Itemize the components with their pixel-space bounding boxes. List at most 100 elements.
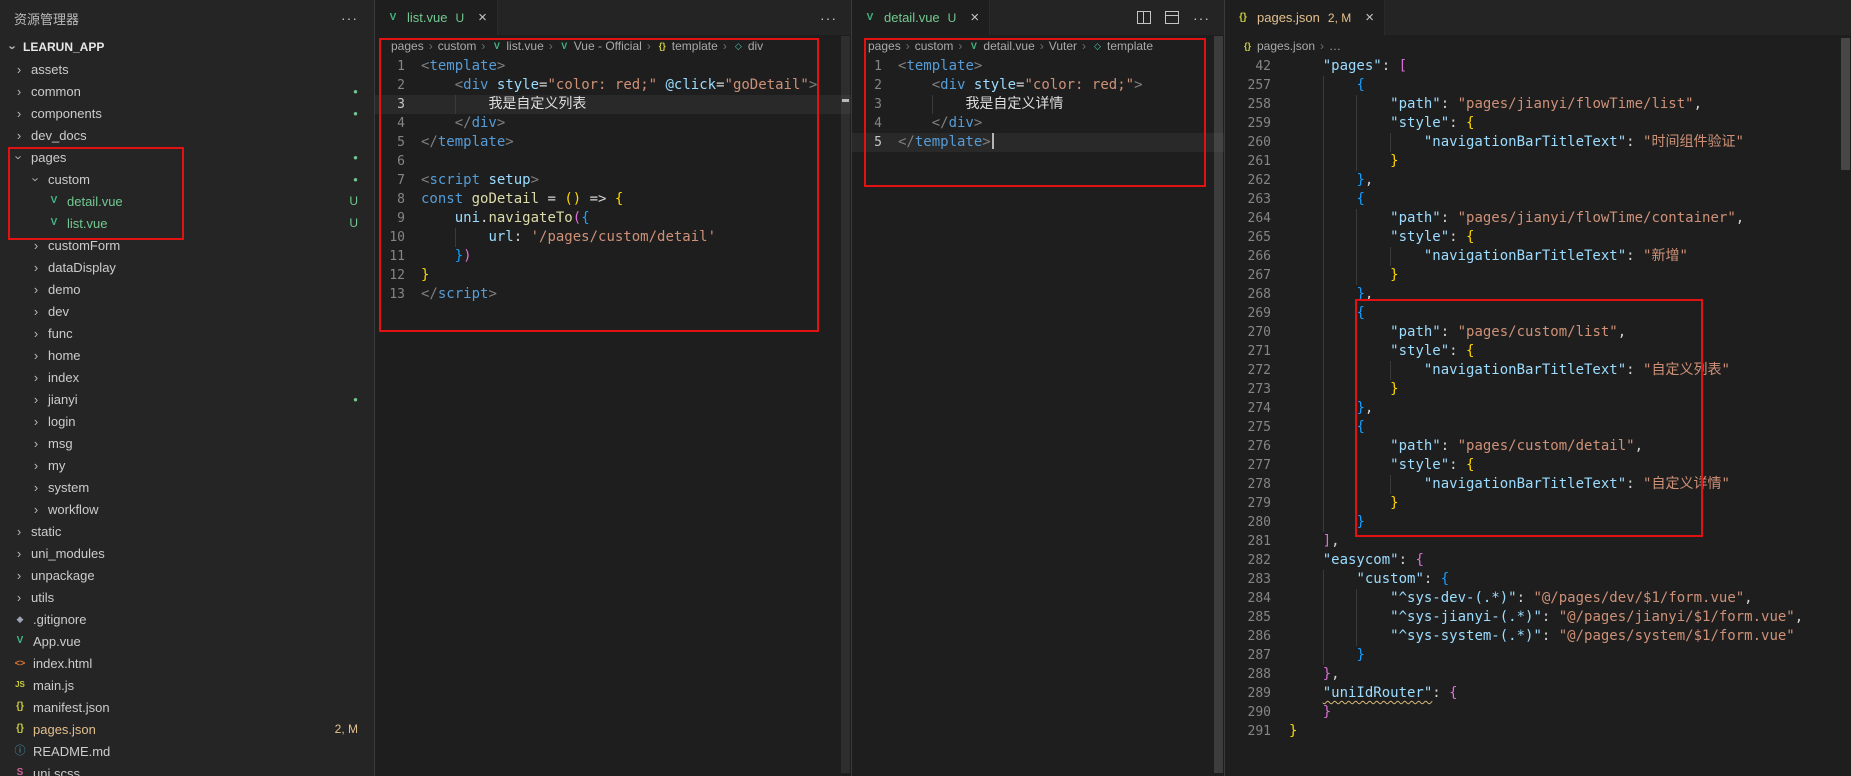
- close-icon[interactable]: ×: [1365, 10, 1374, 25]
- indent-guide: [1390, 133, 1391, 152]
- json-icon: {}: [656, 42, 669, 51]
- code-text: }: [1289, 703, 1851, 722]
- breadcrumb-item[interactable]: {}pages.json: [1241, 39, 1315, 53]
- tree-folder-home[interactable]: ›home: [0, 344, 374, 366]
- breadcrumb-separator-icon: ›: [1320, 39, 1324, 53]
- chevron-down-icon: ›: [7, 40, 20, 54]
- code-line: 262 },: [1225, 171, 1851, 190]
- breadcrumb-item[interactable]: …: [1329, 39, 1341, 53]
- tree-file-main.js[interactable]: JSmain.js: [0, 674, 374, 696]
- tree-item-label: App.vue: [33, 634, 81, 649]
- tree-file-uni.scss[interactable]: Suni.scss: [0, 762, 374, 776]
- tree-folder-uni_modules[interactable]: ›uni_modules: [0, 542, 374, 564]
- tree-folder-pages[interactable]: ›pages●: [0, 146, 374, 168]
- line-number: 1: [852, 57, 898, 76]
- breadcrumb-item[interactable]: ◇template: [1091, 39, 1153, 53]
- tree-file-README.md[interactable]: ⓘREADME.md: [0, 740, 374, 762]
- tree-file-list.vue[interactable]: Vlist.vueU: [0, 212, 374, 234]
- explorer-sidebar: 资源管理器 ··· › LEARUN_APP ›assets›common●›c…: [0, 0, 374, 776]
- tree-folder-workflow[interactable]: ›workflow: [0, 498, 374, 520]
- tree-folder-customForm[interactable]: ›customForm: [0, 234, 374, 256]
- code-line: 287 }: [1225, 646, 1851, 665]
- breadcrumb-item[interactable]: Vuter: [1049, 39, 1077, 53]
- tab-pages.json[interactable]: {}pages.json2, M×: [1225, 0, 1385, 35]
- tree-folder-common[interactable]: ›common●: [0, 80, 374, 102]
- breadcrumb-item[interactable]: pages: [391, 39, 424, 53]
- code-editor-detail-vue[interactable]: 1<template>2 <div style="color: red;">3 …: [852, 57, 1224, 776]
- tree-folder-assets[interactable]: ›assets: [0, 58, 374, 80]
- tab-list.vue[interactable]: Vlist.vueU×: [375, 0, 498, 35]
- tree-folder-msg[interactable]: ›msg: [0, 432, 374, 454]
- code-text: "path": "pages/jianyi/flowTime/list",: [1289, 95, 1851, 114]
- breadcrumb-item[interactable]: pages: [868, 39, 901, 53]
- tree-folder-static[interactable]: ›static: [0, 520, 374, 542]
- scrollbar-thumb[interactable]: [1214, 36, 1223, 773]
- breadcrumb-item[interactable]: VVue - Official: [558, 39, 642, 53]
- breadcrumb-item[interactable]: custom: [915, 39, 954, 53]
- tree-item-label: dev_docs: [31, 128, 87, 143]
- tree-folder-utils[interactable]: ›utils: [0, 586, 374, 608]
- more-actions-icon[interactable]: ···: [820, 11, 837, 25]
- line-number: 287: [1225, 646, 1289, 665]
- scrollbar-thumb[interactable]: [1841, 38, 1850, 170]
- code-text: <div style="color: red;" @click="goDetai…: [421, 76, 851, 95]
- tree-file-index.html[interactable]: <>index.html: [0, 652, 374, 674]
- tree-file-App.vue[interactable]: VApp.vue: [0, 630, 374, 652]
- chevron-right-icon: ›: [29, 239, 43, 252]
- indent-guide: [1323, 209, 1324, 228]
- tree-folder-components[interactable]: ›components●: [0, 102, 374, 124]
- split-editor-icon[interactable]: [1137, 11, 1151, 24]
- tree-folder-func[interactable]: ›func: [0, 322, 374, 344]
- tree-folder-dev[interactable]: ›dev: [0, 300, 374, 322]
- tree-folder-dev_docs[interactable]: ›dev_docs: [0, 124, 374, 146]
- indent-guide: [1356, 608, 1357, 627]
- code-line: 1<template>: [375, 57, 851, 76]
- tree-file-pages.json[interactable]: {}pages.json2, M: [0, 718, 374, 740]
- tree-folder-system[interactable]: ›system: [0, 476, 374, 498]
- tree-file-detail.vue[interactable]: Vdetail.vueU: [0, 190, 374, 212]
- breadcrumb-item[interactable]: Vlist.vue: [490, 39, 543, 53]
- tree-file-manifest.json[interactable]: {}manifest.json: [0, 696, 374, 718]
- breadcrumb-item[interactable]: ◇div: [732, 39, 763, 53]
- code-text: }): [421, 247, 851, 266]
- code-line: 285 "^sys-jianyi-(.*)": "@/pages/jianyi/…: [1225, 608, 1851, 627]
- project-root-row[interactable]: › LEARUN_APP: [0, 36, 374, 58]
- tree-folder-unpackage[interactable]: ›unpackage: [0, 564, 374, 586]
- scrollbar-thumb[interactable]: [841, 36, 850, 773]
- code-line: 283 "custom": {: [1225, 570, 1851, 589]
- more-actions-icon[interactable]: ···: [1193, 11, 1210, 25]
- code-editor-list-vue[interactable]: 1<template>2 <div style="color: red;" @c…: [375, 57, 851, 776]
- tree-item-label: pages: [31, 150, 66, 165]
- close-icon[interactable]: ×: [478, 10, 487, 25]
- tab-detail.vue[interactable]: Vdetail.vueU×: [852, 0, 990, 35]
- js-icon: JS: [12, 681, 28, 689]
- line-number: 267: [1225, 266, 1289, 285]
- tree-folder-jianyi[interactable]: ›jianyi●: [0, 388, 374, 410]
- more-actions-icon[interactable]: ···: [341, 11, 358, 25]
- line-number: 281: [1225, 532, 1289, 551]
- indent-guide: [1356, 342, 1357, 361]
- tree-folder-my[interactable]: ›my: [0, 454, 374, 476]
- tree-folder-index[interactable]: ›index: [0, 366, 374, 388]
- tree-file-.gitignore[interactable]: ◆.gitignore: [0, 608, 374, 630]
- breadcrumb-item[interactable]: custom: [438, 39, 477, 53]
- line-number: 12: [375, 266, 421, 285]
- code-text: "pages": [: [1289, 57, 1851, 76]
- code-text: <div style="color: red;">: [898, 76, 1224, 95]
- tree-folder-demo[interactable]: ›demo: [0, 278, 374, 300]
- breadcrumb-separator-icon: ›: [647, 39, 651, 53]
- tree-item-label: components: [31, 106, 102, 121]
- tree-folder-dataDisplay[interactable]: ›dataDisplay: [0, 256, 374, 278]
- breadcrumb-item[interactable]: Vdetail.vue: [967, 39, 1034, 53]
- toggle-layout-icon[interactable]: [1165, 11, 1179, 24]
- tree-folder-custom[interactable]: ›custom●: [0, 168, 374, 190]
- explorer-header: 资源管理器 ···: [0, 0, 374, 36]
- tree-item-label: demo: [48, 282, 81, 297]
- breadcrumb-item[interactable]: {}template: [656, 39, 718, 53]
- close-icon[interactable]: ×: [970, 10, 979, 25]
- chevron-right-icon: ›: [29, 393, 43, 406]
- code-text: <template>: [898, 57, 1224, 76]
- indent-guide: [1323, 627, 1324, 646]
- tree-folder-login[interactable]: ›login: [0, 410, 374, 432]
- code-editor-pages-json[interactable]: 42 "pages": [257 {258 "path": "pages/jia…: [1225, 57, 1851, 776]
